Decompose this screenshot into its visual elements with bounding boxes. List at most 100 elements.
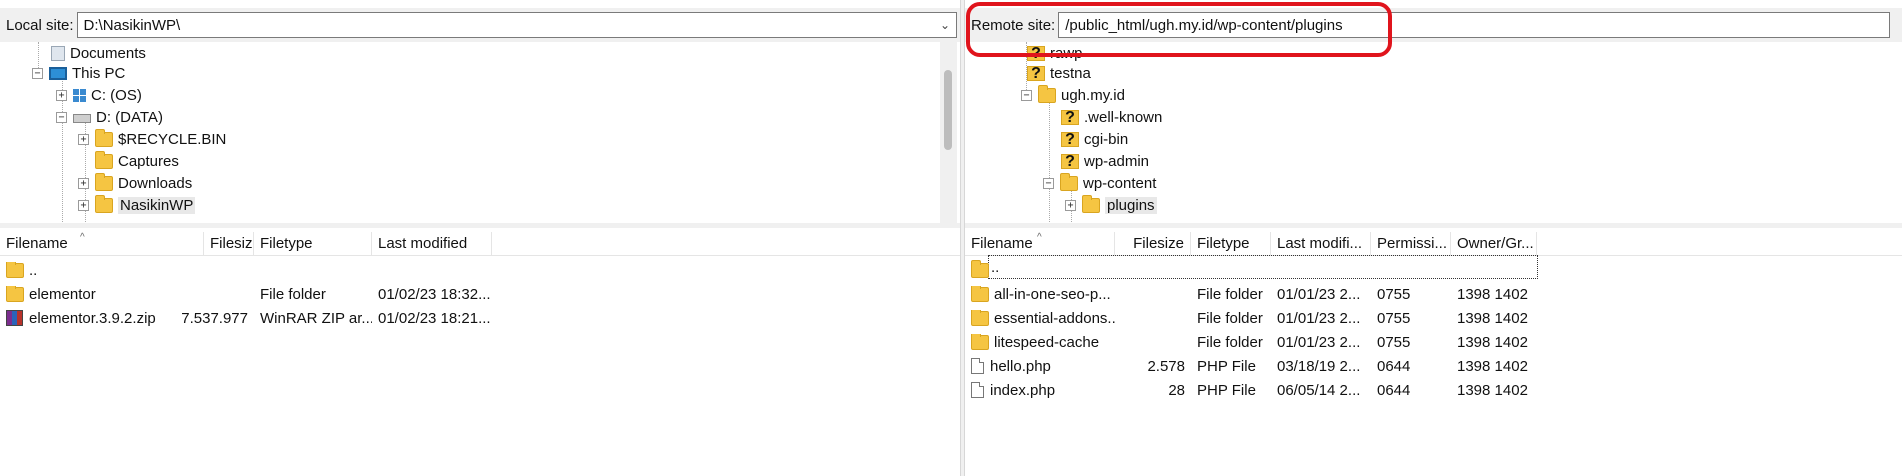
column-filename[interactable]: ^ Filename — [965, 232, 1115, 256]
folder-icon — [6, 285, 24, 302]
expand-icon[interactable]: + — [78, 177, 89, 189]
windows-drive-icon — [73, 88, 86, 102]
tree-node-label[interactable]: Captures — [118, 153, 179, 170]
file-permissions: 0755 — [1377, 285, 1411, 303]
file-name[interactable]: index.php — [990, 382, 1055, 399]
tree-node-d-drive[interactable]: − D: (DATA) — [56, 106, 163, 128]
file-name[interactable]: .. — [989, 259, 999, 276]
tree-node-label[interactable]: .well-known — [1084, 109, 1162, 126]
sort-ascending-icon: ^ — [80, 232, 85, 243]
file-row[interactable]: .. — [988, 255, 1538, 279]
tree-node-cgi-bin[interactable]: ? cgi-bin — [1061, 128, 1128, 150]
file-name[interactable]: all-in-one-seo-p... — [994, 286, 1111, 303]
column-filesize[interactable]: Filesize — [1115, 232, 1191, 256]
file-type: File folder — [1197, 285, 1263, 303]
file-row[interactable]: essential-addons... File folder 01/01/23… — [965, 308, 1902, 328]
file-name[interactable]: hello.php — [990, 358, 1051, 375]
local-site-path-combo[interactable]: D:\NasikinWP\ ⌄ — [76, 12, 957, 38]
folder-icon — [95, 150, 113, 169]
tree-node-well-known[interactable]: ? .well-known — [1061, 106, 1162, 128]
tree-node-plugins[interactable]: + plugins — [1065, 194, 1157, 216]
zip-archive-icon — [6, 310, 23, 326]
file-owner: 1398 1402 — [1457, 357, 1528, 375]
column-filename[interactable]: ^ Filename — [0, 232, 204, 256]
file-name[interactable]: elementor — [29, 286, 96, 303]
folder-icon — [1060, 172, 1078, 191]
column-owner-group[interactable]: Owner/Gr... — [1451, 232, 1537, 256]
tree-node-label[interactable]: D: (DATA) — [96, 109, 163, 126]
expand-icon[interactable]: + — [78, 199, 89, 211]
tree-node-this-pc[interactable]: − This PC — [32, 62, 125, 84]
collapse-icon[interactable]: − — [32, 67, 43, 79]
tree-guide — [1049, 92, 1050, 222]
tree-node-label[interactable]: wp-admin — [1084, 153, 1149, 170]
file-modified: 06/05/14 2... — [1277, 381, 1361, 399]
tree-node-label[interactable]: plugins — [1105, 196, 1157, 214]
tree-node-label[interactable]: $RECYCLE.BIN — [118, 131, 226, 148]
folder-icon — [95, 172, 113, 191]
file-row[interactable]: hello.php 2.578 PHP File 03/18/19 2... 0… — [965, 356, 1902, 376]
file-name[interactable]: .. — [29, 262, 37, 279]
scrollbar-thumb[interactable] — [944, 70, 952, 150]
column-last-modified[interactable]: Last modified — [372, 232, 492, 256]
tree-node-label[interactable]: C: (OS) — [91, 87, 142, 104]
tree-node-label[interactable]: testna — [1050, 65, 1091, 82]
tree-node-captures[interactable]: Captures — [78, 150, 179, 172]
folder-icon — [971, 333, 989, 350]
file-row[interactable]: litespeed-cache File folder 01/01/23 2..… — [965, 332, 1902, 352]
tree-node-wp-content[interactable]: − wp-content — [1043, 172, 1156, 194]
tree-node-label[interactable]: Documents — [70, 45, 146, 62]
column-last-modified[interactable]: Last modifi... — [1271, 232, 1371, 256]
tree-node-documents[interactable]: Documents — [34, 42, 146, 64]
tree-node-c-drive[interactable]: + C: (OS) — [56, 84, 142, 106]
tree-node-label[interactable]: ugh.my.id — [1061, 87, 1125, 104]
file-permissions: 0755 — [1377, 309, 1411, 327]
file-modified: 01/01/23 2... — [1277, 285, 1361, 303]
file-permissions: 0755 — [1377, 333, 1411, 351]
tree-node-label[interactable]: Downloads — [118, 175, 192, 192]
folder-icon — [971, 309, 989, 326]
file-row[interactable]: elementor.3.9.2.zip 7.537.977 WinRAR ZIP… — [0, 308, 960, 328]
file-type: WinRAR ZIP ar... — [260, 309, 372, 327]
local-tree-pane: Documents − This PC + C: (OS) − D: (DATA… — [0, 42, 960, 223]
local-site-path[interactable]: D:\NasikinWP\ — [84, 17, 181, 34]
tree-node-label[interactable]: This PC — [72, 65, 125, 82]
folder-icon — [971, 260, 989, 278]
tree-node-nasikinwp[interactable]: + NasikinWP — [78, 194, 196, 216]
file-modified: 01/02/23 18:32... — [378, 285, 491, 303]
file-owner: 1398 1402 — [1457, 333, 1528, 351]
tree-node-wp-admin[interactable]: ? wp-admin — [1061, 150, 1149, 172]
file-name[interactable]: litespeed-cache — [994, 334, 1099, 351]
file-row[interactable]: elementor File folder 01/02/23 18:32... — [0, 284, 960, 304]
collapse-icon[interactable]: − — [56, 111, 67, 123]
column-filetype[interactable]: Filetype — [1191, 232, 1271, 256]
file-size: 7.537.977 — [181, 309, 248, 327]
file-row[interactable]: all-in-one-seo-p... File folder 01/01/23… — [965, 284, 1902, 304]
tree-node-ugh-my-id[interactable]: − ugh.my.id — [1021, 84, 1125, 106]
file-row[interactable]: index.php 28 PHP File 06/05/14 2... 0644… — [965, 380, 1902, 400]
collapse-icon[interactable]: − — [1021, 89, 1032, 101]
column-filetype[interactable]: Filetype — [254, 232, 372, 256]
file-modified: 01/01/23 2... — [1277, 333, 1361, 351]
column-filesize[interactable]: Filesize — [204, 232, 254, 256]
expand-icon[interactable]: + — [1065, 199, 1076, 211]
tree-node-testna[interactable]: ? testna — [1027, 62, 1091, 84]
expand-icon[interactable]: + — [78, 133, 89, 145]
expand-icon[interactable]: + — [56, 89, 67, 101]
file-name[interactable]: elementor.3.9.2.zip — [29, 310, 156, 327]
tree-node-downloads[interactable]: + Downloads — [78, 172, 192, 194]
collapse-icon[interactable]: − — [1043, 177, 1054, 189]
file-name[interactable]: essential-addons... — [994, 310, 1115, 327]
column-permissions[interactable]: Permissi... — [1371, 232, 1451, 256]
tree-node-recycle-bin[interactable]: + $RECYCLE.BIN — [78, 128, 226, 150]
chevron-down-icon[interactable]: ⌄ — [940, 18, 950, 32]
tree-node-label[interactable]: NasikinWP — [118, 196, 196, 214]
file-owner: 1398 1402 — [1457, 381, 1528, 399]
computer-icon — [49, 66, 67, 80]
tree-node-label[interactable]: cgi-bin — [1084, 131, 1128, 148]
file-row[interactable]: .. — [0, 260, 960, 280]
tree-node-label[interactable]: wp-content — [1083, 175, 1156, 192]
local-tree-scrollbar[interactable] — [940, 42, 957, 223]
file-modified: 01/01/23 2... — [1277, 309, 1361, 327]
file-size: 2.578 — [1147, 357, 1185, 375]
